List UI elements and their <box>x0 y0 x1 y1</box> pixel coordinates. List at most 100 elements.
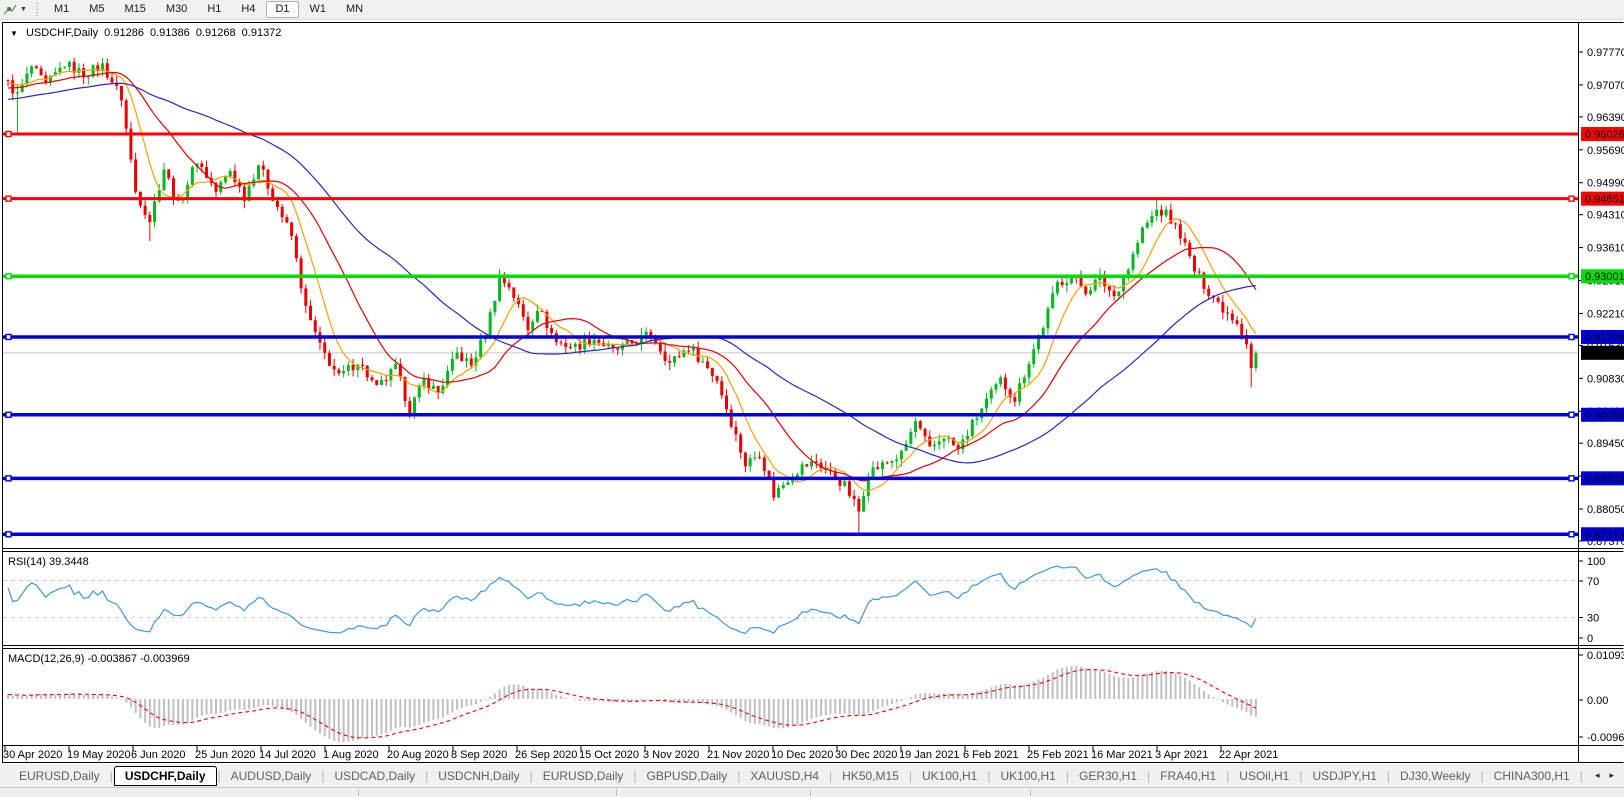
hline-price-box-0.96026: 0.96026 <box>1581 127 1624 141</box>
hline-0.93001[interactable] <box>3 274 1578 279</box>
macd-panel <box>8 666 1256 743</box>
chart-tab-usdjpy-h1[interactable]: USDJPY,H1 <box>1303 767 1385 785</box>
timeframe-button-m1[interactable]: M1 <box>45 1 78 18</box>
svg-text:0.91372: 0.91372 <box>1585 348 1624 360</box>
hline-price-box-0.90055: 0.90055 <box>1581 408 1624 422</box>
date-tick-label: 30 Dec 2020 <box>835 749 897 761</box>
statusbar-separator <box>810 789 811 796</box>
rsi-axis: 10070300 <box>1578 556 1605 645</box>
chart-tab-fra40-h1[interactable]: FRA40,H1 <box>1151 767 1225 785</box>
date-tick-label: 21 Nov 2020 <box>707 749 769 761</box>
tab-scroll-left-icon[interactable]: ◂ <box>1590 770 1605 781</box>
svg-text:0.90055: 0.90055 <box>1585 410 1624 422</box>
date-tick-label: 19 May 2020 <box>67 749 131 761</box>
date-tick-label: 1 Aug 2020 <box>323 749 379 761</box>
chart-tab-xauusd-h4[interactable]: XAUUSD,H4 <box>741 767 828 785</box>
hline-right-handle[interactable] <box>1569 196 1574 201</box>
hline-price-box-0.93001: 0.93001 <box>1581 269 1624 283</box>
hline-left-handle[interactable] <box>6 412 11 417</box>
svg-text:0.91709: 0.91709 <box>1585 332 1624 344</box>
price-chart-canvas[interactable]: 0.977700.970700.963900.956900.949900.943… <box>0 20 1624 764</box>
timeframe-button-mn[interactable]: MN <box>337 1 372 18</box>
hline-left-handle[interactable] <box>6 132 11 137</box>
svg-text:0.94651: 0.94651 <box>1585 194 1624 206</box>
date-tick-label: 19 Jan 2021 <box>899 749 960 761</box>
tab-separator: | <box>1481 769 1484 783</box>
hline-right-handle[interactable] <box>1569 274 1574 279</box>
hline-left-handle[interactable] <box>6 334 11 339</box>
hline-right-handle[interactable] <box>1569 532 1574 537</box>
price-tick-label: 0.89450 <box>1587 438 1624 450</box>
hline-left-handle[interactable] <box>6 196 11 201</box>
ohlc-open: 0.91286 <box>104 27 144 39</box>
timeframe-button-h4[interactable]: H4 <box>232 1 264 18</box>
price-tick-label: 0.92210 <box>1587 308 1624 320</box>
crosshair-tool-icon[interactable]: ▼ <box>0 3 31 17</box>
chart-tab-usdchf-daily[interactable]: USDCHF,Daily <box>114 766 217 786</box>
chart-tab-dj30-weekly[interactable]: DJ30,Weekly <box>1391 767 1479 785</box>
timeframe-button-w1[interactable]: W1 <box>301 1 336 18</box>
ohlc-high: 0.91386 <box>150 27 190 39</box>
macd-indicator-label: MACD(12,26,9) -0.003867 -0.003969 <box>8 653 190 665</box>
chart-tab-uk100-h1[interactable]: UK100,H1 <box>991 767 1064 785</box>
hline-right-handle[interactable] <box>1569 412 1574 417</box>
tab-scroll-right-icon[interactable]: ▸ <box>1604 770 1619 781</box>
svg-text:-0.009653: -0.009653 <box>1587 732 1624 744</box>
date-tick-label: 25 Jun 2020 <box>195 749 256 761</box>
chart-tab-china300-h1[interactable]: CHINA300,H1 <box>1485 767 1579 785</box>
chart-tab-uk100-h1[interactable]: UK100,H1 <box>913 767 986 785</box>
tab-separator: | <box>530 769 533 783</box>
hline-0.87513[interactable] <box>3 532 1578 537</box>
ohlc-low: 0.91268 <box>196 27 236 39</box>
ma-slow-line <box>8 83 1256 463</box>
svg-text:0: 0 <box>1587 633 1593 645</box>
chart-tab-audusd-daily[interactable]: AUDUSD,Daily <box>222 767 321 785</box>
hline-right-handle[interactable] <box>1569 334 1574 339</box>
timeframe-button-group: M1M5M15M30H1H4D1W1MN <box>44 1 373 18</box>
chart-tab-hk50-m15[interactable]: HK50,M15 <box>833 767 908 785</box>
hline-0.88703[interactable] <box>3 476 1578 481</box>
tab-separator: | <box>218 769 221 783</box>
toolbar-drag-handle <box>36 3 39 16</box>
timeframe-button-h1[interactable]: H1 <box>198 1 230 18</box>
date-tick-label: 6 Jun 2020 <box>131 749 185 761</box>
chart-tab-gbpusd-daily[interactable]: GBPUSD,Daily <box>638 767 737 785</box>
tab-separator: | <box>909 769 912 783</box>
timeframe-button-m15[interactable]: M15 <box>116 1 155 18</box>
date-tick-label: 22 Apr 2021 <box>1219 749 1278 761</box>
hline-left-handle[interactable] <box>6 274 11 279</box>
hline-right-handle[interactable] <box>1569 476 1574 481</box>
hline-price-box-0.87513: 0.87513 <box>1581 527 1624 541</box>
chart-tab-usdcnh-daily[interactable]: USDCNH,Daily <box>429 767 528 785</box>
tool-dropdown-caret[interactable]: ▼ <box>20 6 27 13</box>
chart-tab-usoil-h1[interactable]: USOil,H1 <box>1230 767 1298 785</box>
date-tick-label: 8 Sep 2020 <box>451 749 507 761</box>
chart-menu-icon[interactable]: ▼ <box>10 29 18 38</box>
chart-tab-eurusd-daily[interactable]: EURUSD,Daily <box>534 767 633 785</box>
tab-separator: | <box>1226 769 1229 783</box>
date-tick-label: 3 Apr 2021 <box>1155 749 1208 761</box>
rsi-panel <box>3 566 1578 634</box>
hline-left-handle[interactable] <box>6 476 11 481</box>
tab-separator: | <box>987 769 990 783</box>
timeframe-button-d1[interactable]: D1 <box>266 1 298 18</box>
statusbar-separator <box>616 789 617 796</box>
date-tick-label: 3 Nov 2020 <box>643 749 699 761</box>
candlestick-series <box>7 58 1258 534</box>
timeframe-button-m5[interactable]: M5 <box>80 1 113 18</box>
price-tick-label: 0.96390 <box>1587 112 1624 124</box>
hline-0.96026[interactable] <box>3 132 1578 137</box>
hline-0.90055[interactable] <box>3 412 1578 417</box>
price-tick-label: 0.90830 <box>1587 373 1624 385</box>
timeframe-button-m30[interactable]: M30 <box>157 1 196 18</box>
chart-tab-ger30-h1[interactable]: GER30,H1 <box>1070 767 1146 785</box>
date-tick-label: 30 Apr 2020 <box>3 749 62 761</box>
rsi-indicator-label: RSI(14) 39.3448 <box>8 556 89 568</box>
chart-tab-usdcad-daily[interactable]: USDCAD,Daily <box>325 767 424 785</box>
hline-0.94651[interactable] <box>3 196 1578 201</box>
hline-left-handle[interactable] <box>6 532 11 537</box>
date-axis[interactable]: 30 Apr 2020 19 May 20206 Jun 2020 25 Jun 2… <box>3 746 1278 761</box>
chart-tab-eurusd-daily[interactable]: EURUSD,Daily <box>10 767 109 785</box>
hline-0.91709[interactable] <box>3 334 1578 339</box>
ohlc-close: 0.91372 <box>242 27 282 39</box>
